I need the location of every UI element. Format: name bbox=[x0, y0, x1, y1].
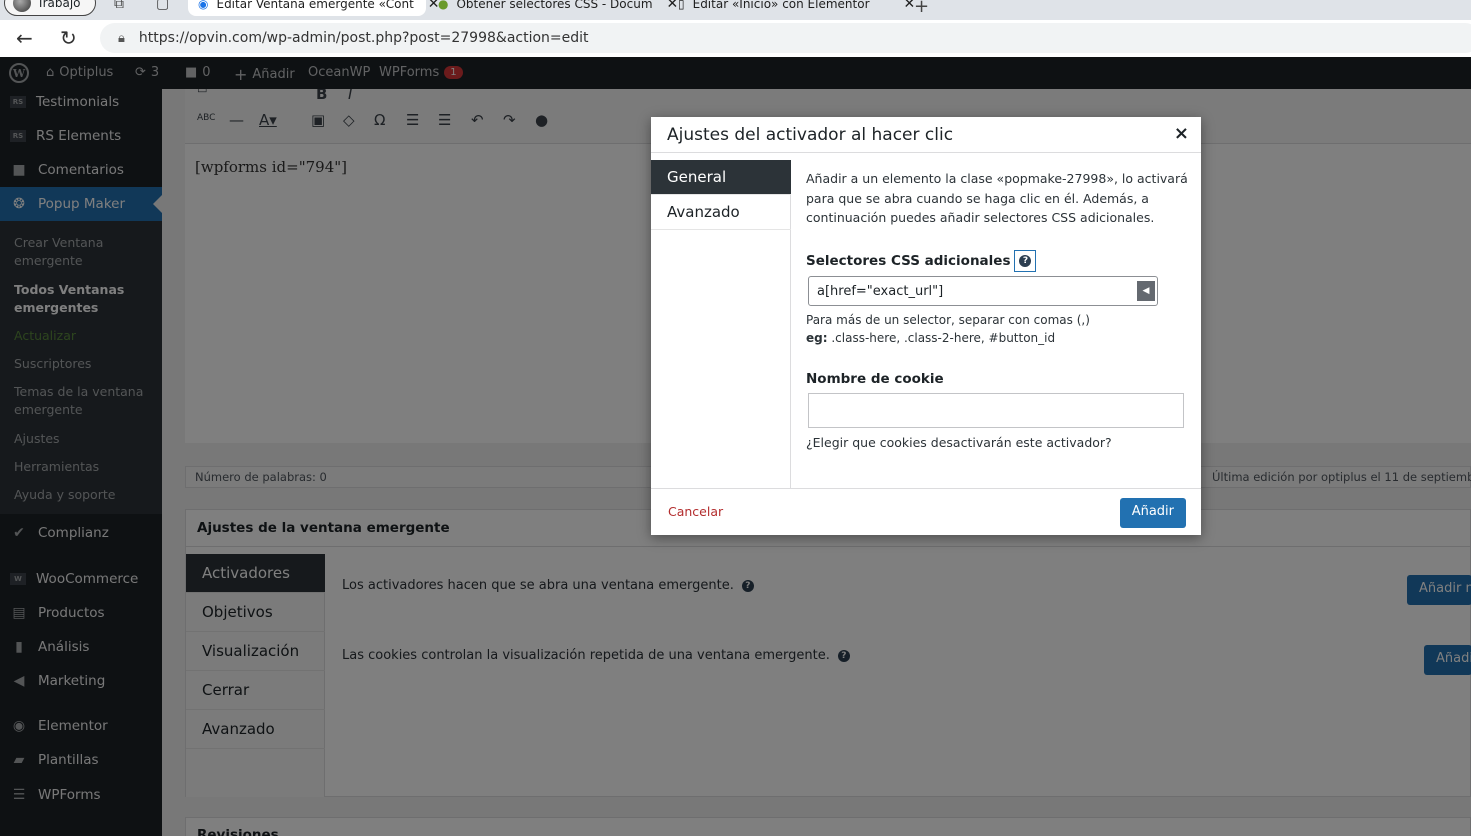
hint-line: Para más de un selector, separar con com… bbox=[806, 313, 1090, 327]
css-selectors-input[interactable]: a[href="exact_url"] ◀ bbox=[808, 276, 1158, 306]
close-icon[interactable]: × bbox=[1174, 123, 1189, 144]
tab-general[interactable]: General bbox=[651, 160, 791, 195]
trigger-description: Añadir a un elemento la clase «popmake-2… bbox=[806, 171, 1188, 225]
click-trigger-modal: Ajustes del activador al hacer clic × Ge… bbox=[651, 117, 1201, 535]
css-selectors-label: Selectores CSS adicionales ? bbox=[806, 250, 1037, 272]
profile-label: Trabajo bbox=[37, 0, 81, 10]
help-icon: ? bbox=[1019, 255, 1032, 267]
hint-eg: eg: bbox=[806, 330, 828, 345]
page-icon: ▯ bbox=[678, 0, 685, 11]
tab-title: Editar «Inicio» con Elementor bbox=[692, 0, 870, 11]
avatar bbox=[13, 0, 31, 12]
tab-advanced[interactable]: Avanzado bbox=[651, 195, 791, 230]
modal-tabs: General Avanzado bbox=[651, 160, 791, 488]
url-text: https://opvin.com/wp-admin/post.php?post… bbox=[138, 30, 589, 46]
tab-edit-popup[interactable]: ◉ Editar Ventana emergente «Cont ✕ bbox=[188, 0, 440, 16]
profile-button[interactable]: Trabajo bbox=[4, 0, 96, 16]
favicon-icon: ◉ bbox=[198, 0, 209, 11]
reload-icon[interactable]: ↻ bbox=[60, 26, 77, 50]
tab-title: Editar Ventana emergente «Cont bbox=[216, 0, 414, 11]
tab-elementor[interactable]: ▯ Editar «Inicio» con Elementor ✕ bbox=[668, 0, 915, 16]
address-bar-row: ← ↻ 🔒︎ https://opvin.com/wp-admin/post.p… bbox=[0, 20, 1471, 57]
cookie-hint: ¿Elegir que cookies desactivarán este ac… bbox=[806, 435, 1112, 450]
modal-body: Añadir a un elemento la clase «popmake-2… bbox=[806, 169, 1191, 450]
tab-actions-icon[interactable]: ▢ bbox=[156, 0, 169, 12]
new-tab-icon[interactable]: + bbox=[914, 0, 929, 17]
css-selectors-hint: Para más de un selector, separar con com… bbox=[806, 312, 1090, 347]
browser-tabbar: Trabajo ⧉ ▢ ◉ Editar Ventana emergente «… bbox=[0, 0, 1471, 20]
caret-left-icon[interactable]: ◀ bbox=[1137, 281, 1155, 301]
modal-footer: Cancelar Añadir bbox=[651, 488, 1201, 535]
add-button[interactable]: Añadir bbox=[1119, 498, 1186, 528]
css-selectors-value: a[href="exact_url"] bbox=[817, 283, 944, 299]
cookie-name-label: Nombre de cookie bbox=[806, 371, 944, 387]
url-input[interactable]: 🔒︎ https://opvin.com/wp-admin/post.php?p… bbox=[100, 23, 1471, 53]
tab-css-selectors[interactable]: ● Obtener selectores CSS - Docum ✕ bbox=[428, 0, 678, 16]
hint-example: eg: .class-here, .class-2-here, #button_… bbox=[806, 330, 1090, 348]
cancel-link[interactable]: Cancelar bbox=[668, 504, 723, 519]
hint-example-text: .class-here, .class-2-here, #button_id bbox=[827, 330, 1056, 345]
help-button[interactable]: ? bbox=[1014, 250, 1037, 272]
workspaces-icon[interactable]: ⧉ bbox=[114, 0, 124, 12]
favicon-icon: ● bbox=[438, 0, 449, 11]
modal-header: Ajustes del activador al hacer clic × bbox=[651, 117, 1201, 153]
lock-icon: 🔒︎ bbox=[118, 30, 125, 46]
tab-title: Obtener selectores CSS - Docum bbox=[456, 0, 653, 11]
modal-title: Ajustes del activador al hacer clic bbox=[667, 125, 954, 145]
cookie-name-input[interactable] bbox=[808, 393, 1184, 428]
back-icon[interactable]: ← bbox=[16, 26, 33, 50]
field-label: Selectores CSS adicionales bbox=[806, 253, 1011, 269]
